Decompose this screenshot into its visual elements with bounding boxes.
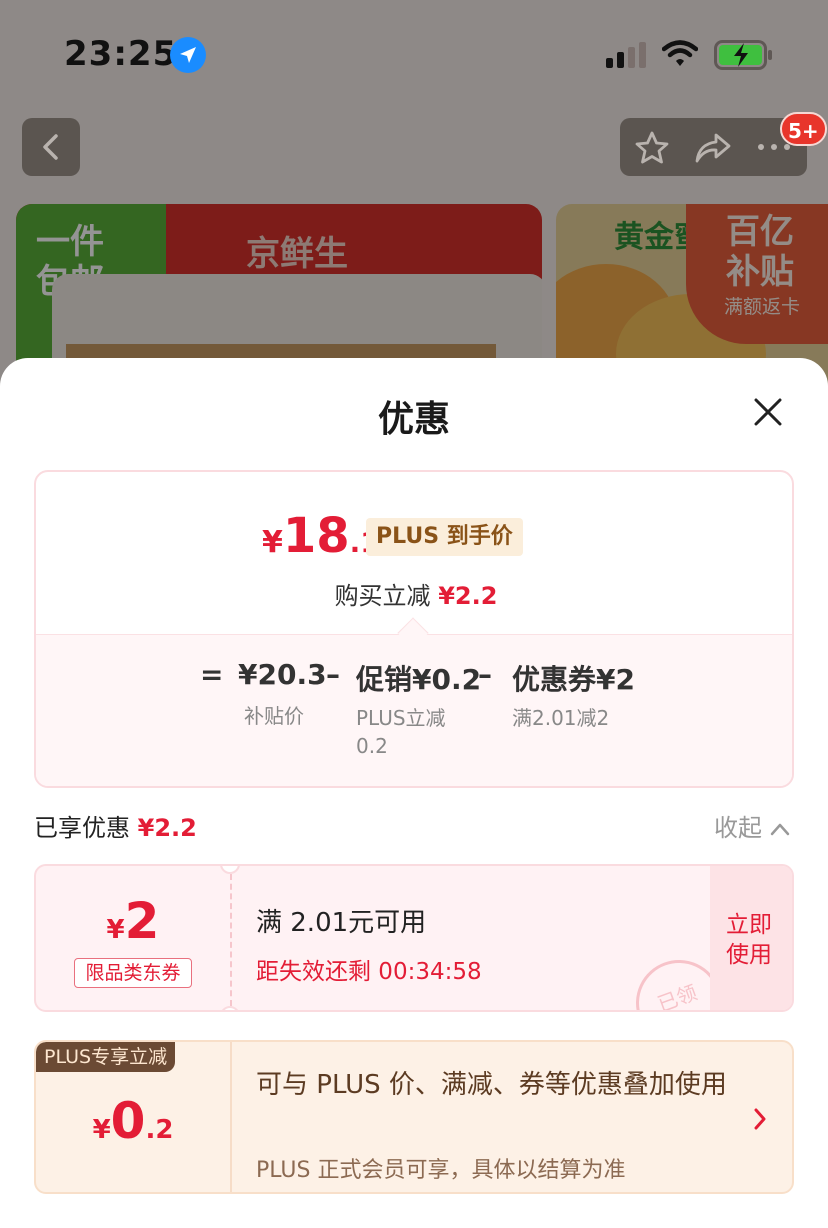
instant-cut-label: 购买立减 — [334, 582, 431, 610]
coupon-amount-value: 2 — [124, 892, 160, 950]
plus-description: 可与 PLUS 价、满减、券等优惠叠加使用 — [256, 1070, 727, 1100]
plus-amount-decimal: .2 — [145, 1115, 174, 1145]
status-time: 23:25 — [64, 34, 178, 74]
instant-cut-value: ¥2.2 — [438, 582, 498, 610]
final-price: ¥18.1 — [262, 508, 380, 564]
coupon-card: ¥2 限品类东券 满 2.01元可用 距失效还剩 00:34:58 已领 立即 … — [34, 864, 794, 1012]
star-icon[interactable] — [634, 130, 670, 166]
chevron-left-icon — [43, 134, 58, 160]
minus-sign: – — [478, 658, 492, 691]
collapse-button[interactable]: 收起 — [714, 808, 790, 843]
use-now-button[interactable]: 立即 使用 — [710, 866, 792, 1010]
coupon-countdown: 距失效还剩 00:34:58 — [256, 959, 482, 985]
currency-symbol: ¥ — [262, 525, 283, 560]
plus-note: PLUS 正式会员可享，具体以结算为准 — [256, 1158, 626, 1183]
plus-discount-card[interactable]: PLUS专享立减 ¥0.2 可与 PLUS 价、满减、券等优惠叠加使用 PLUS… — [34, 1040, 794, 1194]
plus-amount-integer: 0 — [110, 1092, 146, 1150]
coupon-value: 优惠券¥2 — [512, 663, 635, 696]
plus-price-tag: PLUS 到手价 — [366, 518, 523, 556]
plus-discount-amount: ¥0.2 — [36, 1092, 230, 1150]
location-icon — [170, 37, 206, 73]
chevron-up-icon — [770, 823, 790, 836]
discount-sheet: 优惠 ¥18.1 PLUS 到手价 购买立减 ¥2.2 = ¥20.3 – 促销… — [0, 358, 828, 1228]
enjoyed-discount: 已享优惠 ¥2.2 — [34, 808, 197, 843]
plus-exclusive-label: PLUS专享立减 — [36, 1042, 176, 1072]
enjoyed-value: ¥2.2 — [137, 814, 197, 842]
final-price-integer: 18 — [282, 508, 350, 564]
plus-card-divider — [230, 1042, 232, 1192]
nav-action-group — [620, 118, 807, 176]
coupon-type-tag: 限品类东券 — [74, 958, 192, 988]
coupon-label: 满2.01减2 — [512, 706, 610, 730]
battery-charging-icon — [714, 40, 772, 70]
currency-symbol: ¥ — [92, 1115, 111, 1145]
equals-sign: = — [200, 658, 224, 691]
subsidy-price-value: ¥20.3 — [238, 658, 327, 691]
currency-symbol: ¥ — [106, 915, 125, 945]
instant-cut-line: 购买立减 ¥2.2 — [36, 576, 792, 611]
wifi-icon — [662, 40, 698, 66]
coupon-notch — [220, 1006, 240, 1010]
price-summary-card: ¥18.1 PLUS 到手价 购买立减 ¥2.2 = ¥20.3 – 促销¥0.… — [34, 470, 794, 788]
enjoyed-label: 已享优惠 — [34, 814, 130, 842]
back-button[interactable] — [22, 118, 80, 176]
use-now-label: 立即 使用 — [726, 912, 772, 968]
message-badge: 5+ — [780, 112, 827, 146]
coupon-divider — [230, 874, 232, 1006]
collapse-label: 收起 — [714, 814, 762, 842]
cellular-signal-icon — [606, 42, 646, 68]
minus-sign: – — [326, 658, 340, 691]
sheet-title: 优惠 — [377, 399, 450, 440]
coupon-notch — [220, 866, 240, 874]
chevron-right-icon — [754, 1108, 766, 1130]
share-icon[interactable] — [694, 130, 732, 166]
coupon-amount: ¥2 — [36, 892, 230, 950]
status-bar: 23:25 — [0, 0, 828, 110]
promo-value: 促销¥0.2 — [356, 663, 482, 696]
subsidy-price-label: 补贴价 — [244, 704, 304, 728]
close-icon[interactable] — [748, 392, 788, 432]
coupon-condition: 满 2.01元可用 — [256, 908, 427, 938]
promo-label: PLUS立减 0.2 — [356, 706, 446, 758]
